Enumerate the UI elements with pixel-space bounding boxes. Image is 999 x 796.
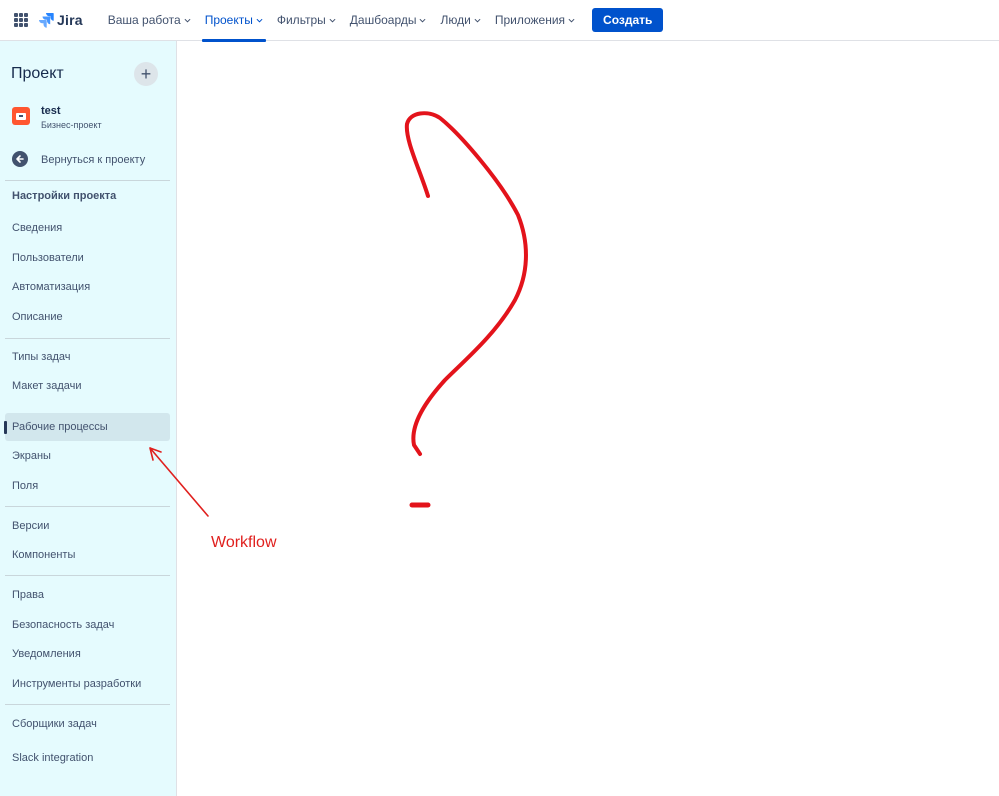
sidebar-item-label: Рабочие процессы bbox=[12, 421, 108, 433]
main-menu: Ваша работа Проекты Фильтры Дашбоарды Лю… bbox=[101, 0, 582, 42]
jira-logo[interactable]: Jira bbox=[38, 12, 83, 28]
sidebar-item-label: Инструменты разработки bbox=[12, 678, 142, 690]
sidebar-item-label: Описание bbox=[12, 311, 63, 323]
chevron-down-icon bbox=[474, 18, 481, 23]
nav-dashboards[interactable]: Дашбоарды bbox=[343, 0, 434, 41]
add-project-button[interactable]: + bbox=[134, 62, 158, 86]
sidebar-item-fields[interactable]: Поля bbox=[5, 472, 170, 500]
sidebar-item-label: Сведения bbox=[12, 222, 63, 234]
sidebar-item-label: Slack integration bbox=[12, 752, 94, 764]
project-type: Бизнес-проект bbox=[41, 120, 102, 130]
sidebar-item-components[interactable]: Компоненты bbox=[5, 541, 170, 569]
nav-filters[interactable]: Фильтры bbox=[270, 0, 343, 41]
plus-icon: + bbox=[140, 63, 152, 84]
sidebar-item-versions[interactable]: Версии bbox=[5, 512, 170, 540]
sidebar-item-label: Автоматизация bbox=[12, 281, 91, 293]
chevron-down-icon bbox=[184, 18, 191, 23]
project-name[interactable]: test bbox=[41, 105, 61, 117]
sidebar-item-label: Сборщики задач bbox=[12, 718, 97, 730]
sidebar-item-label: Уведомления bbox=[12, 648, 81, 660]
sidebar-header: Проект bbox=[11, 65, 64, 82]
nav-people[interactable]: Люди bbox=[433, 0, 487, 41]
project-sidebar: Проект + test Бизнес-проект Вернуться к … bbox=[0, 41, 177, 796]
sidebar-divider bbox=[5, 506, 170, 507]
jira-logo-icon bbox=[39, 13, 54, 28]
sidebar-item-permissions[interactable]: Права bbox=[5, 581, 170, 609]
main-content bbox=[178, 41, 999, 796]
nav-item-label: Люди bbox=[440, 13, 471, 27]
chevron-down-icon bbox=[419, 18, 426, 23]
nav-item-label: Фильтры bbox=[276, 13, 326, 27]
nav-item-label: Приложения bbox=[494, 13, 566, 27]
logo-text: Jira bbox=[57, 12, 83, 28]
sidebar-item-label: Поля bbox=[12, 480, 39, 492]
briefcase-icon bbox=[16, 112, 26, 120]
sidebar-divider bbox=[5, 575, 170, 576]
sidebar-item-slack-integration[interactable]: Slack integration bbox=[5, 744, 170, 772]
workflow-annotation-label: Workflow bbox=[211, 534, 277, 551]
nav-projects[interactable]: Проекты bbox=[198, 0, 270, 42]
sidebar-item-label: Права bbox=[12, 589, 44, 601]
section-title: Настройки проекта bbox=[12, 190, 117, 202]
app-switcher-icon[interactable] bbox=[14, 13, 28, 27]
back-to-project-link[interactable]: Вернуться к проекту bbox=[41, 154, 145, 166]
sidebar-item-screens[interactable]: Экраны bbox=[5, 442, 170, 470]
sidebar-item-label: Типы задач bbox=[12, 351, 71, 363]
sidebar-item-label: Компоненты bbox=[12, 549, 76, 561]
sidebar-item-label: Пользователи bbox=[12, 252, 84, 264]
sidebar-item-details[interactable]: Сведения bbox=[5, 214, 170, 242]
sidebar-item-workflows[interactable]: Рабочие процессы bbox=[5, 413, 170, 441]
sidebar-item-issue-security[interactable]: Безопасность задач bbox=[5, 611, 170, 639]
sidebar-item-issue-layout[interactable]: Макет задачи bbox=[5, 372, 170, 400]
sidebar-item-dev-tools[interactable]: Инструменты разработки bbox=[5, 670, 170, 698]
project-avatar[interactable] bbox=[12, 107, 30, 125]
sidebar-item-label: Макет задачи bbox=[12, 380, 82, 392]
sidebar-item-notifications[interactable]: Уведомления bbox=[5, 640, 170, 668]
sidebar-item-automation[interactable]: Автоматизация bbox=[5, 273, 170, 301]
arrow-left-icon[interactable] bbox=[12, 151, 28, 167]
sidebar-item-label: Безопасность задач bbox=[12, 619, 115, 631]
chevron-down-icon bbox=[329, 18, 336, 23]
sidebar-item-label: Версии bbox=[12, 520, 50, 532]
nav-your-work[interactable]: Ваша работа bbox=[101, 0, 198, 41]
chevron-down-icon bbox=[256, 18, 263, 23]
nav-item-label: Проекты bbox=[204, 13, 253, 27]
top-navigation: Jira Ваша работа Проекты Фильтры Дашбоар… bbox=[0, 0, 999, 42]
nav-item-label: Ваша работа bbox=[107, 13, 181, 27]
sidebar-item-users[interactable]: Пользователи bbox=[5, 244, 170, 272]
create-button[interactable]: Создать bbox=[592, 8, 664, 32]
nav-apps[interactable]: Приложения bbox=[488, 0, 582, 41]
sidebar-item-issue-types[interactable]: Типы задач bbox=[5, 343, 170, 371]
sidebar-divider bbox=[5, 704, 170, 705]
chevron-down-icon bbox=[568, 18, 575, 23]
nav-item-label: Дашбоарды bbox=[349, 13, 417, 27]
selection-indicator bbox=[4, 421, 7, 434]
sidebar-divider bbox=[5, 180, 170, 181]
sidebar-divider bbox=[5, 338, 170, 339]
sidebar-item-description[interactable]: Описание bbox=[5, 303, 170, 331]
sidebar-item-issue-collectors[interactable]: Сборщики задач bbox=[5, 710, 170, 738]
sidebar-item-label: Экраны bbox=[12, 450, 51, 462]
